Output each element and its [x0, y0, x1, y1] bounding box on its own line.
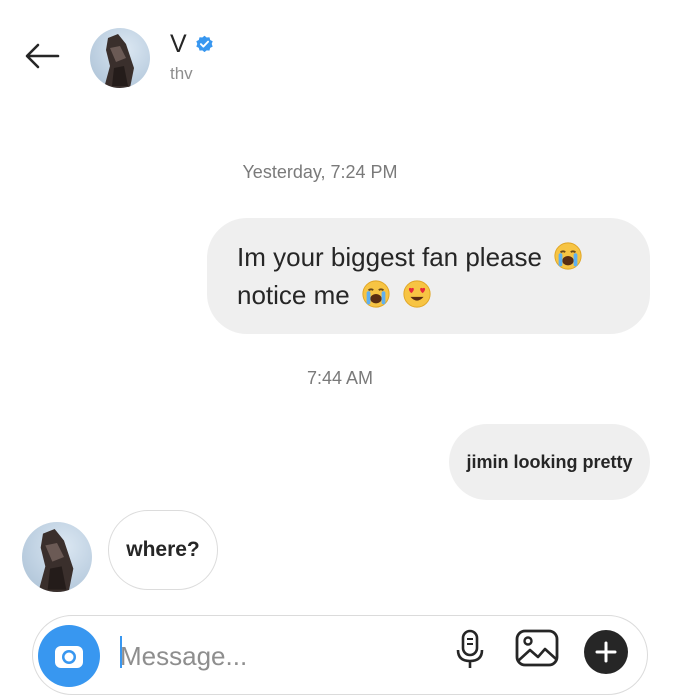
- voice-message-button[interactable]: [452, 628, 488, 668]
- verified-badge-icon: [196, 35, 213, 53]
- profile-photo: [104, 34, 134, 88]
- message-text: jimin looking pretty: [466, 451, 633, 472]
- profile-photo: [38, 529, 74, 592]
- image-icon: [515, 629, 559, 667]
- heart-eyes-emoji: [403, 280, 431, 308]
- loudly-crying-face-emoji: [554, 242, 582, 270]
- timestamp: 7:44 AM: [306, 368, 374, 388]
- contact-handle: thv: [170, 64, 193, 83]
- arrow-left-icon: [25, 43, 60, 69]
- contact-name-row: V: [170, 30, 214, 59]
- header-avatar[interactable]: [90, 28, 150, 88]
- camera-icon: [55, 646, 83, 668]
- sent-message-bubble[interactable]: jimin looking pretty: [449, 424, 650, 500]
- message-input[interactable]: [120, 636, 440, 676]
- more-options-button[interactable]: [584, 630, 628, 674]
- plus-icon: [595, 641, 617, 663]
- received-message-bubble[interactable]: where?: [108, 510, 218, 590]
- contact-name: V: [170, 30, 187, 58]
- back-button[interactable]: [22, 38, 62, 74]
- message-text: where?: [126, 538, 200, 561]
- timestamp: Yesterday, 7:24 PM: [242, 162, 398, 182]
- gallery-button[interactable]: [514, 628, 560, 668]
- sent-message-bubble[interactable]: Im your biggest fan please notice me: [207, 218, 650, 334]
- message-text-line: Im your biggest fan please: [237, 238, 622, 276]
- message-text-line: notice me: [237, 276, 622, 314]
- camera-button[interactable]: [38, 625, 100, 687]
- microphone-icon: [456, 629, 484, 668]
- loudly-crying-face-emoji: [362, 280, 390, 308]
- sender-avatar[interactable]: [22, 522, 92, 592]
